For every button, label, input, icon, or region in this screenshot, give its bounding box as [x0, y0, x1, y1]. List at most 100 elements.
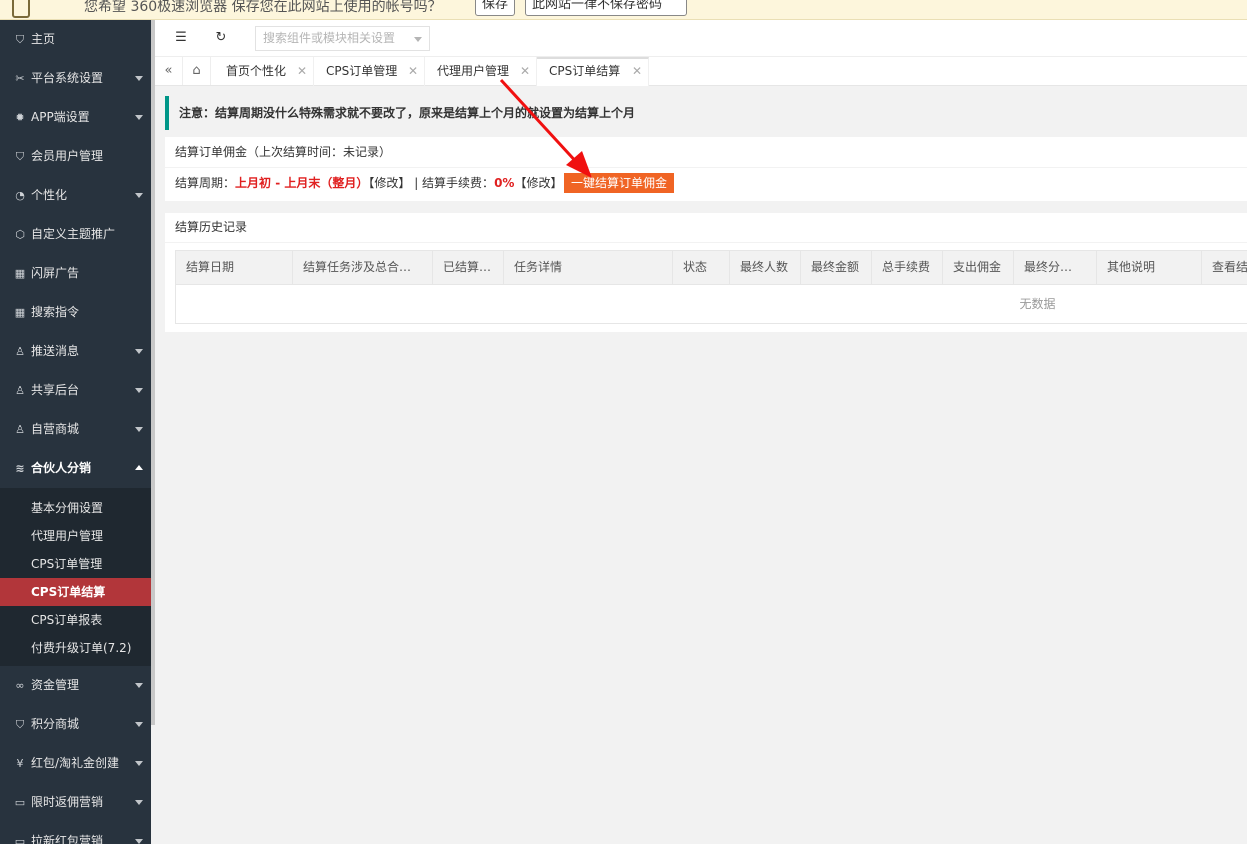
tab-label: 首页个性化 [226, 64, 287, 78]
sidebar-item-label: 共享后台 [31, 383, 80, 397]
modify-period-link[interactable]: 【修改】 [368, 176, 410, 190]
never-save-button[interactable]: 此网站一律不保存密码 [525, 0, 687, 16]
modify-fee-link[interactable]: 【修改】 [514, 176, 562, 190]
sidebar-item-limited-rebate[interactable]: ▭ 限时返佣营销 [0, 783, 151, 822]
menu-toggle-icon[interactable]: ☰ [173, 30, 189, 46]
chevron-down-icon [414, 37, 422, 42]
sidebar: ⛉ 主页 ✂ 平台系统设置 ✹ APP端设置 ⛉ 会员用户管理 ◔ 个性化 ⬡ 自定义主题推… [0, 20, 151, 844]
tab-cps-orders[interactable]: CPS订单管理 ✕ [314, 57, 425, 86]
sidebar-item-home[interactable]: ⛉ 主页 [0, 20, 151, 59]
settle-card: 结算订单佣金（上次结算时间：未记录） 结算周期：上月初 - 上月末（整月）【修改… [165, 137, 1247, 201]
password-save-bar: 您希望 360极速浏览器 保存您在此网站上使用的帐号吗？ 保存 此网站一律不保存… [0, 0, 1247, 20]
sidebar-subitem-cps-report[interactable]: CPS订单报表 [0, 606, 151, 634]
column-header[interactable]: 查看结 [1202, 251, 1247, 284]
sidebar-item-funds[interactable]: ∞ 资金管理 [0, 666, 151, 705]
sidebar-item-search-commands[interactable]: ▦ 搜索指令 [0, 293, 151, 332]
chevron-down-icon [135, 193, 143, 198]
sidebar-item-push[interactable]: ♙ 推送消息 [0, 332, 151, 371]
search-select[interactable]: 搜索组件或模块相关设置 [255, 26, 430, 51]
tabs-scroll-left-icon[interactable]: « [155, 57, 183, 85]
period-value: 上月初 - 上月末（整月） [235, 176, 369, 190]
sidebar-item-self-mall[interactable]: ♙ 自营商城 [0, 410, 151, 449]
sidebar-item-platform-settings[interactable]: ✂ 平台系统设置 [0, 59, 151, 98]
tools-icon: ✂ [15, 72, 25, 85]
sidebar-item-label: 拉新红包营销 [31, 834, 104, 844]
sidebar-item-label: 自定义主题推广 [31, 227, 116, 241]
sidebar-item-label: 平台系统设置 [31, 71, 104, 85]
sidebar-item-label: 推送消息 [31, 344, 80, 358]
refresh-icon[interactable]: ↻ [213, 30, 229, 46]
sidebar-item-label: 个性化 [31, 188, 68, 202]
column-header[interactable]: 任务详情 [504, 251, 673, 284]
sidebar-item-label: 积分商城 [31, 717, 80, 731]
sidebar-item-label: 红包/淘礼金创建 [31, 756, 120, 770]
column-header[interactable]: 状态 [673, 251, 730, 284]
sidebar-item-personalize[interactable]: ◔ 个性化 [0, 176, 151, 215]
chevron-down-icon [135, 388, 143, 393]
column-header[interactable]: 其他说明 [1097, 251, 1202, 284]
tab-home-personalize[interactable]: 首页个性化 ✕ [214, 57, 314, 86]
sidebar-subitem-cps-settlement[interactable]: CPS订单结算 [0, 578, 151, 606]
sidebar-item-splash-ads[interactable]: ▦ 闪屏广告 [0, 254, 151, 293]
column-header[interactable]: 结算日期 [176, 251, 293, 284]
grid-icon: ▦ [14, 267, 26, 280]
sidebar-item-partner-distribution[interactable]: ≋ 合伙人分销 [0, 449, 151, 488]
chevron-down-icon [135, 839, 143, 844]
column-header[interactable]: 最终分… [1014, 251, 1097, 284]
password-save-message: 您希望 360极速浏览器 保存您在此网站上使用的帐号吗？ [84, 0, 442, 15]
close-icon[interactable]: ✕ [632, 59, 642, 84]
chevron-down-icon [135, 349, 143, 354]
column-header[interactable]: 最终金额 [801, 251, 872, 284]
yen-icon: ¥ [16, 757, 24, 770]
window-icon: ▭ [14, 796, 26, 809]
column-header[interactable]: 支出佣金 [943, 251, 1014, 284]
sidebar-subitem-cps-orders[interactable]: CPS订单管理 [0, 550, 151, 578]
history-card-title: 结算历史记录 [165, 213, 1247, 243]
gear-icon: ✹ [15, 111, 25, 124]
user-icon: ♙ [15, 423, 25, 436]
sidebar-item-label: 合伙人分销 [31, 461, 92, 475]
grid-icon: ▦ [14, 306, 26, 319]
sidebar-item-label: 主页 [31, 32, 56, 46]
sidebar-item-label: 会员用户管理 [31, 149, 104, 163]
history-card: 结算历史记录 结算日期 结算任务涉及总合… 已结算… 任务详情 状态 最终人数 … [165, 213, 1247, 332]
period-label: 结算周期： [175, 176, 236, 190]
top-toolbar: ☰ ↻ 搜索组件或模块相关设置 [155, 20, 1247, 57]
sidebar-item-new-user-packet[interactable]: ▭ 拉新红包营销 [0, 822, 151, 844]
palette-icon: ◔ [15, 189, 25, 202]
chevron-up-icon [135, 465, 143, 470]
sidebar-item-shared-backend[interactable]: ♙ 共享后台 [0, 371, 151, 410]
column-header[interactable]: 结算任务涉及总合… [293, 251, 433, 284]
sidebar-item-label: 资金管理 [31, 678, 80, 692]
sidebar-subitem-agent-users[interactable]: 代理用户管理 [0, 522, 151, 550]
chevron-down-icon [135, 76, 143, 81]
chevron-down-icon [135, 722, 143, 727]
column-header[interactable]: 已结算… [433, 251, 504, 284]
sidebar-subitem-commission-settings[interactable]: 基本分佣设置 [0, 494, 151, 522]
close-icon[interactable]: ✕ [408, 57, 418, 85]
sidebar-item-points-mall[interactable]: ⛉ 积分商城 [0, 705, 151, 744]
shield-check-icon: ⛉ [15, 150, 25, 163]
sidebar-item-custom-theme[interactable]: ⬡ 自定义主题推广 [0, 215, 151, 254]
one-click-settle-button[interactable]: 一键结算订单佣金 [564, 173, 674, 193]
tab-agent-users[interactable]: 代理用户管理 ✕ [425, 57, 537, 86]
chevron-down-icon [135, 800, 143, 805]
column-header[interactable]: 最终人数 [730, 251, 801, 284]
save-password-button[interactable]: 保存 [475, 0, 516, 16]
sidebar-subitem-paid-upgrade[interactable]: 付费升级订单(7.2) [0, 634, 151, 662]
tab-cps-settlement[interactable]: CPS订单结算 ✕ [537, 57, 649, 86]
settle-card-title: 结算订单佣金（上次结算时间：未记录） [165, 137, 1247, 168]
link-icon: ∞ [15, 679, 25, 692]
close-icon[interactable]: ✕ [297, 57, 307, 85]
sidebar-item-members[interactable]: ⛉ 会员用户管理 [0, 137, 151, 176]
fee-label: 结算手续费： [422, 176, 495, 190]
sidebar-item-red-packet[interactable]: ¥ 红包/淘礼金创建 [0, 744, 151, 783]
chevron-down-icon [135, 761, 143, 766]
sidebar-item-app-settings[interactable]: ✹ APP端设置 [0, 98, 151, 137]
user-icon: ♙ [15, 384, 25, 397]
notice-banner: 注意：结算周期没什么特殊需求就不要改了，原来是结算上个月的就设置为结算上个月 [165, 96, 1247, 130]
column-header[interactable]: 总手续费 [872, 251, 943, 284]
fee-value: 0% [494, 176, 515, 190]
home-tab-icon[interactable]: ⌂ [183, 57, 211, 85]
close-icon[interactable]: ✕ [520, 57, 530, 85]
